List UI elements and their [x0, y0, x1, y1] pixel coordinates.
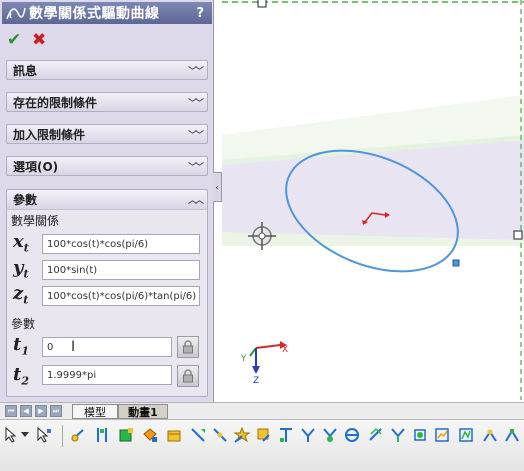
fix-icon[interactable]	[140, 424, 160, 446]
group-parameters: 參數 ︿︿ 數學關係 xt 100*cos(t)*cos(pi/6) yt 10…	[6, 189, 208, 397]
square-icon[interactable]	[116, 424, 136, 446]
text-cursor-icon: Ι	[71, 339, 76, 355]
triad-z-label: Z	[253, 376, 259, 386]
chevron-left-icon: ‹	[215, 182, 219, 192]
vertical-line-icon[interactable]	[92, 424, 112, 446]
x-variable-label: xt	[13, 231, 29, 255]
group-options[interactable]: 選項(O) ﹀﹀	[6, 156, 208, 176]
tab-model[interactable]: 模型	[72, 404, 118, 419]
panel-title-bar: t 數學關係式驅動曲線 ?	[2, 2, 212, 24]
star-icon[interactable]	[232, 424, 252, 446]
t1-start-field[interactable]: 0	[42, 337, 172, 357]
first-tab-icon[interactable]: ⏮	[5, 405, 17, 417]
next-tab-icon[interactable]: ▶	[35, 405, 47, 417]
collinear-icon[interactable]	[410, 424, 430, 446]
group-parameters-label: 參數	[13, 193, 38, 207]
property-manager-panel: t 數學關係式驅動曲線 ? ✔ ✖ 訊息 ﹀﹀ 存在的限制條件 ﹀﹀ 加入限制條…	[0, 0, 214, 402]
y-variable-label: yt	[13, 257, 29, 281]
concentric-icon[interactable]	[432, 424, 452, 446]
group-message-label: 訊息	[13, 63, 38, 78]
box-icon[interactable]	[164, 424, 184, 446]
equation-curve-icon: t	[5, 3, 27, 23]
help-button[interactable]: ?	[196, 6, 204, 21]
svg-text:t: t	[9, 11, 13, 20]
tab-motion-study[interactable]: 動畫1	[118, 404, 168, 419]
group-message[interactable]: 訊息 ﹀﹀	[6, 60, 208, 80]
point-icon[interactable]	[68, 424, 88, 446]
t2-variable-label: t2	[13, 364, 29, 388]
x-equation-field[interactable]: 100*cos(t)*cos(pi/6)	[42, 234, 200, 254]
smart-select-icon[interactable]	[34, 424, 54, 446]
selection-handle[interactable]	[257, 0, 267, 8]
double-chevron-down-icon: ﹀﹀	[187, 66, 204, 77]
vertical-icon[interactable]	[480, 424, 500, 446]
cancel-button[interactable]: ✖	[32, 30, 46, 50]
parameter-section-label: 參數	[11, 317, 36, 331]
t1-variable-label: t1	[13, 334, 29, 358]
select-arrow-icon[interactable]	[1, 424, 21, 446]
group-add-relations-label: 加入限制條件	[13, 127, 86, 142]
triad-y-label: Y	[240, 354, 247, 364]
t2-end-field[interactable]: 1.9999*pi	[42, 365, 172, 385]
parallel-icon[interactable]	[254, 424, 274, 446]
double-chevron-up-icon: ︿︿	[187, 196, 204, 206]
equation-section-label: 數學關係	[11, 214, 60, 228]
panel-title: 數學關係式驅動曲線	[29, 6, 160, 22]
prev-tab-icon[interactable]: ◀	[20, 405, 32, 417]
t2-lock-button[interactable]	[177, 365, 199, 387]
tangent-icon[interactable]	[366, 424, 386, 446]
selection-handle[interactable]	[513, 230, 523, 240]
group-add-relations[interactable]: 加入限制條件 ﹀﹀	[6, 124, 208, 144]
group-parameters-header[interactable]: 參數 ︿︿	[7, 190, 207, 210]
double-chevron-down-icon: ﹀﹀	[187, 130, 204, 141]
lock-icon	[182, 369, 194, 383]
pierce-icon[interactable]	[502, 424, 522, 446]
perpendicular-icon[interactable]	[276, 424, 296, 446]
sketch-relations-toolbar	[0, 419, 524, 471]
horizontal-icon[interactable]	[456, 424, 476, 446]
triad-x-label: X	[282, 345, 288, 355]
symmetric-icon[interactable]	[388, 424, 408, 446]
toolbar-separator	[62, 425, 63, 447]
ok-button[interactable]: ✔	[7, 30, 21, 50]
dropdown-chevron-icon[interactable]	[19, 424, 31, 446]
z-equation-field[interactable]: 100*cos(t)*cos(pi/6)*tan(pi/6)	[42, 286, 200, 306]
graphics-area[interactable]: X Y Z	[222, 0, 524, 402]
document-tab-strip: ⏮ ◀ ▶ ⏭ 模型 動畫1	[0, 402, 524, 419]
dimension-icon[interactable]	[188, 424, 208, 446]
z-variable-label: zt	[13, 283, 29, 307]
panel-collapse-handle[interactable]: ‹	[213, 172, 222, 202]
group-options-label: 選項(O)	[13, 159, 59, 174]
double-chevron-down-icon: ﹀﹀	[187, 162, 204, 173]
group-existing-relations-label: 存在的限制條件	[13, 95, 98, 110]
coincident-icon[interactable]	[342, 424, 362, 446]
group-existing-relations[interactable]: 存在的限制條件 ﹀﹀	[6, 92, 208, 112]
y-equation-field[interactable]: 100*sin(t)	[42, 260, 200, 280]
equal-icon[interactable]	[298, 424, 318, 446]
double-chevron-down-icon: ﹀﹀	[187, 98, 204, 109]
lock-icon	[182, 340, 194, 354]
merge-icon[interactable]	[320, 424, 340, 446]
t1-lock-button[interactable]	[177, 336, 199, 358]
midpoint-icon[interactable]	[210, 424, 230, 446]
last-tab-icon[interactable]: ⏭	[50, 405, 62, 417]
